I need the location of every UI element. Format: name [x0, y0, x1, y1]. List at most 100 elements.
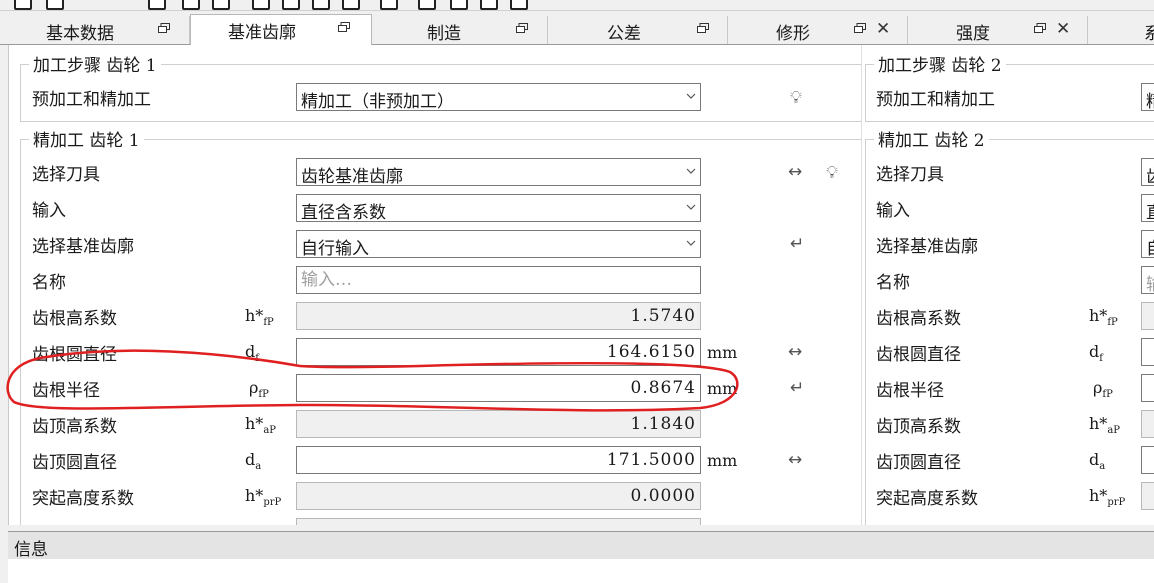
toolbar-icon[interactable] — [46, 0, 64, 10]
lightbulb-icon[interactable]: 💡︎ — [826, 163, 838, 183]
toolbar-icon[interactable] — [212, 0, 230, 10]
toolbar-icon[interactable] — [182, 0, 200, 10]
tip-diameter-field[interactable]: 171.5000 — [296, 446, 701, 474]
restore-window-icon[interactable] — [338, 22, 350, 32]
chevron-down-icon — [686, 93, 696, 99]
tab-tolerance[interactable]: 公差 — [548, 16, 728, 44]
profile-label: 选择基准齿廓 — [32, 237, 134, 257]
root-radius-label: 齿根半径 — [32, 381, 100, 401]
symbol-main: h* — [245, 414, 264, 433]
tab-label: 系 — [1144, 24, 1154, 44]
protuberance-coef-label: 突起高度系数 — [32, 489, 134, 509]
symbol-sub: fP — [258, 389, 269, 401]
restore-window-icon[interactable] — [516, 23, 528, 33]
profile-select[interactable]: 自行输入 — [296, 230, 701, 259]
name-input[interactable] — [297, 267, 700, 293]
tip-diameter-label: 齿顶圆直径 — [32, 453, 117, 473]
symbol-sub: f — [1099, 353, 1103, 365]
profile-select-value: 自 — [1146, 234, 1154, 259]
group-title: 加工步骤 齿轮 1 — [29, 51, 161, 76]
addendum-coef-label: 齿顶高系数 — [32, 417, 117, 437]
symbol-sub: prP — [1107, 497, 1126, 509]
protuberance-coef-symbol: h*prP — [245, 486, 281, 508]
addendum-coef-symbol: h*aP — [245, 414, 276, 436]
tool-select[interactable]: 齿轮基准齿廓 — [296, 158, 701, 187]
root-radius-symbol: ρfP — [1093, 378, 1113, 400]
symbol-sub: prP — [263, 497, 282, 509]
toolbar-icon[interactable] — [14, 0, 32, 10]
double-arrow-icon[interactable]: ↔ — [788, 162, 802, 182]
input-select[interactable]: 直径含系数 — [296, 194, 701, 223]
tab-strength[interactable]: 强度 ✕ — [908, 16, 1088, 44]
tab-system[interactable]: 系 — [1088, 16, 1154, 44]
toolbar-icon[interactable] — [342, 0, 360, 10]
process-select[interactable]: 精加工（非预加工） — [296, 83, 701, 112]
name-field[interactable] — [296, 266, 701, 294]
close-icon[interactable]: ✕ — [876, 19, 890, 39]
next-row-field — [296, 518, 701, 525]
toolbar-icon[interactable] — [282, 0, 300, 10]
profile-label: 选择基准齿廓 — [876, 237, 978, 257]
symbol-main: ρ — [1093, 378, 1103, 397]
root-diameter-field[interactable] — [1141, 338, 1154, 366]
chevron-down-icon — [686, 240, 696, 246]
profile-select-value: 自行输入 — [301, 239, 369, 259]
addendum-coef-field — [1141, 410, 1154, 438]
process-select-value: 精加工（非预加工） — [301, 92, 454, 112]
root-diameter-unit: mm — [707, 343, 738, 362]
symbol-sub: a — [255, 461, 262, 473]
profile-select[interactable]: 自 — [1141, 230, 1154, 259]
double-arrow-icon[interactable]: ↔ — [788, 342, 802, 362]
toolbar-icon[interactable] — [418, 0, 436, 10]
toolbar-icon[interactable] — [450, 0, 468, 10]
symbol-main: d — [245, 450, 256, 469]
toolbar-icon[interactable] — [312, 0, 330, 10]
protuberance-coef-label: 突起高度系数 — [876, 489, 978, 509]
tab-label: 修形 — [776, 24, 810, 44]
tab-label: 基本数据 — [46, 24, 114, 44]
tab-basic-data[interactable]: 基本数据 — [8, 16, 190, 44]
close-icon[interactable]: ✕ — [1056, 19, 1070, 39]
toolbar-icon[interactable] — [380, 0, 398, 10]
protuberance-coef-symbol: h*prP — [1089, 486, 1125, 508]
restore-window-icon[interactable] — [158, 23, 170, 33]
symbol-sub: fP — [263, 317, 274, 329]
return-arrow-icon[interactable]: ↵ — [790, 234, 804, 254]
tab-modification[interactable]: 修形 ✕ — [728, 16, 908, 44]
root-radius-value: 0.8674 — [630, 378, 696, 398]
input-select[interactable]: 直 — [1141, 194, 1154, 223]
double-arrow-icon[interactable]: ↔ — [788, 450, 802, 470]
name-field[interactable]: 输 — [1141, 266, 1154, 295]
process-select[interactable]: 精 — [1141, 83, 1154, 112]
addendum-coef-symbol: h*aP — [1089, 414, 1120, 436]
tab-manufacturing[interactable]: 制造 — [372, 16, 548, 44]
root-radius-field[interactable] — [1141, 374, 1154, 402]
toolbar-icon[interactable] — [480, 0, 498, 10]
restore-window-icon[interactable] — [1034, 23, 1046, 33]
symbol-main: ρ — [249, 378, 259, 397]
tab-reference-profile[interactable]: 基准齿廓 — [190, 14, 372, 45]
restore-window-icon[interactable] — [854, 23, 866, 33]
info-panel-header[interactable]: 信息 — [8, 531, 1154, 560]
lightbulb-icon[interactable]: 💡︎ — [790, 88, 802, 108]
symbol-sub: aP — [1107, 425, 1121, 437]
root-radius-symbol: ρfP — [249, 378, 269, 400]
tip-diameter-label: 齿顶圆直径 — [876, 453, 961, 473]
toolbar-icon[interactable] — [252, 0, 270, 10]
tip-diameter-unit: mm — [707, 451, 738, 470]
tab-label: 基准齿廓 — [228, 23, 296, 43]
tool-select[interactable]: 齿 — [1141, 158, 1154, 187]
root-diameter-field[interactable]: 164.6150 — [296, 338, 701, 366]
return-arrow-icon[interactable]: ↵ — [790, 378, 804, 398]
symbol-main: h* — [1089, 306, 1108, 325]
toolbar-icon[interactable] — [148, 0, 166, 10]
tool-select-value: 齿轮基准齿廓 — [301, 167, 403, 187]
symbol-main: h* — [245, 486, 264, 505]
toolbar — [0, 0, 1154, 11]
restore-window-icon[interactable] — [697, 23, 709, 33]
tip-diameter-field[interactable] — [1141, 446, 1154, 474]
toolbar-icon[interactable] — [510, 0, 528, 10]
root-radius-unit: mm — [707, 379, 738, 398]
group-title: 加工步骤 齿轮 2 — [874, 51, 1006, 76]
root-radius-field[interactable]: 0.8674 — [296, 374, 701, 402]
